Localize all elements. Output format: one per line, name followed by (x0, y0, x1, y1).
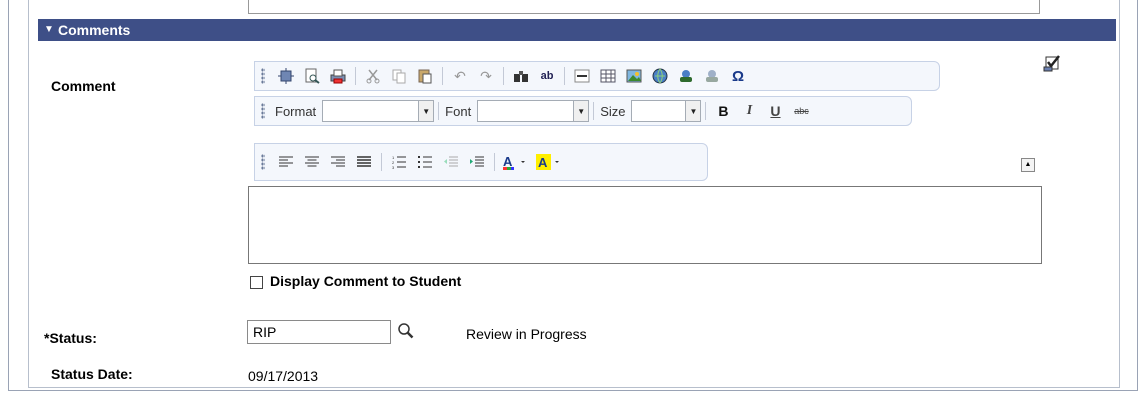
paste-icon[interactable] (414, 65, 436, 87)
svg-text:3: 3 (392, 165, 395, 169)
strikethrough-button[interactable]: abc (790, 100, 812, 122)
editor-toolbar-row-2: Format ▼ Font ▼ Size ▼ B I U abc (254, 96, 912, 126)
toolbar-separator (564, 67, 565, 85)
collapse-toolbar-button[interactable]: ▲ (1021, 158, 1035, 172)
chevron-down-icon[interactable]: ▼ (418, 101, 434, 121)
numbered-list-icon[interactable]: 123 (388, 151, 410, 173)
toolbar-separator (494, 153, 495, 171)
toolbar-grip[interactable] (261, 68, 265, 84)
link-icon[interactable] (649, 65, 671, 87)
previous-field-box (248, 0, 1040, 14)
copy-icon[interactable] (388, 65, 410, 87)
font-label: Font (445, 103, 472, 119)
horizontal-rule-icon[interactable] (571, 65, 593, 87)
comments-section-header[interactable]: ▼ Comments (38, 19, 1116, 41)
unlink-icon[interactable] (701, 65, 723, 87)
toolbar-separator (705, 102, 707, 120)
spell-check-icon[interactable] (1043, 53, 1063, 73)
toolbar-separator (593, 102, 595, 120)
align-center-icon[interactable] (301, 151, 323, 173)
chevron-down-icon[interactable]: ▼ (685, 101, 701, 121)
toolbar-grip[interactable] (261, 154, 265, 170)
cut-icon[interactable] (362, 65, 384, 87)
display-comment-checkbox[interactable] (250, 276, 263, 289)
status-input[interactable]: RIP (247, 320, 391, 344)
status-label: *Status: (44, 330, 97, 346)
font-dropdown[interactable]: ▼ (477, 100, 590, 122)
search-icon[interactable] (395, 320, 417, 342)
italic-button[interactable]: I (738, 100, 760, 122)
replace-icon[interactable]: ab (536, 65, 558, 87)
format-dropdown[interactable]: ▼ (322, 100, 435, 122)
print-icon[interactable] (327, 65, 349, 87)
comment-editor-area[interactable] (248, 186, 1042, 264)
toolbar-separator (438, 102, 440, 120)
size-dropdown[interactable]: ▼ (631, 100, 702, 122)
editor-toolbar-row-3: 123 A A (254, 143, 708, 181)
anchor-icon[interactable] (675, 65, 697, 87)
section-title: Comments (58, 22, 131, 38)
chevron-down-icon[interactable]: ▼ (573, 101, 589, 121)
toolbar-separator (503, 67, 504, 85)
toolbar-grip[interactable] (261, 103, 265, 119)
size-label: Size (600, 103, 626, 119)
indent-icon[interactable] (466, 151, 488, 173)
toolbar-separator (355, 67, 356, 85)
status-description: Review in Progress (466, 326, 587, 342)
bulleted-list-icon[interactable] (414, 151, 436, 173)
svg-text:A: A (538, 155, 548, 170)
align-left-icon[interactable] (275, 151, 297, 173)
image-icon[interactable] (623, 65, 645, 87)
format-label: Format (275, 103, 317, 119)
preview-icon[interactable] (301, 65, 323, 87)
table-icon[interactable] (597, 65, 619, 87)
undo-icon[interactable]: ↶ (449, 65, 471, 87)
comment-label: Comment (51, 78, 116, 94)
redo-icon[interactable]: ↷ (475, 65, 497, 87)
toolbar-separator (381, 153, 382, 171)
svg-text:A: A (503, 154, 513, 169)
justify-icon[interactable] (353, 151, 375, 173)
align-right-icon[interactable] (327, 151, 349, 173)
special-char-icon[interactable]: Ω (727, 65, 749, 87)
toolbar-separator (442, 67, 443, 85)
find-icon[interactable] (510, 65, 532, 87)
collapse-triangle-icon[interactable]: ▼ (44, 19, 54, 41)
status-date-value: 09/17/2013 (248, 368, 319, 384)
status-date-label: Status Date: (51, 366, 133, 382)
outdent-icon[interactable] (440, 151, 462, 173)
editor-toolbar-row-1: ↶ ↷ ab Ω (254, 61, 940, 91)
display-comment-label: Display Comment to Student (270, 273, 462, 289)
bold-button[interactable]: B (712, 100, 734, 122)
text-color-icon[interactable]: A (501, 151, 531, 173)
background-color-icon[interactable]: A (535, 151, 565, 173)
show-blocks-icon[interactable] (275, 65, 297, 87)
underline-button[interactable]: U (764, 100, 786, 122)
